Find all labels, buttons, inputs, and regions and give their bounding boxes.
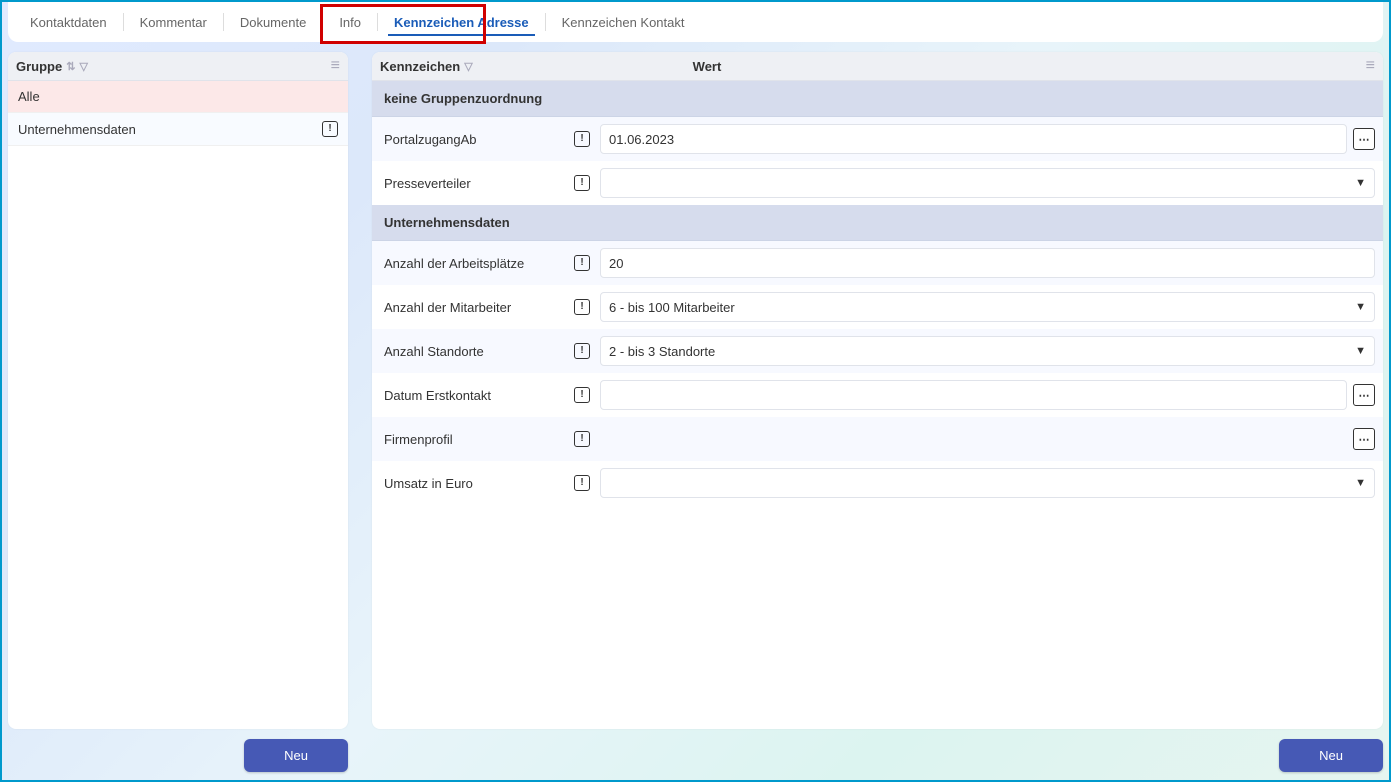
group-item-label: Unternehmensdaten [18, 122, 136, 137]
tab-kennzeichen-kontakt[interactable]: Kennzeichen Kontakt [548, 5, 699, 40]
info-icon[interactable]: ! [574, 431, 590, 447]
info-icon[interactable]: ! [322, 121, 338, 137]
value-text: 2 - bis 3 Standorte [609, 344, 715, 359]
attribute-label: Datum Erstkontakt [384, 388, 574, 403]
info-icon[interactable]: ! [574, 255, 590, 271]
dropdown[interactable]: ▼ [600, 468, 1375, 498]
tab-info[interactable]: Info [325, 5, 375, 40]
attribute-row: Anzahl der Arbeitsplätze! 20 [372, 241, 1383, 285]
attribute-label: PortalzugangAb [384, 132, 574, 147]
chevron-down-icon: ▼ [1355, 477, 1366, 489]
section-header: keine Gruppenzuordnung [372, 81, 1383, 117]
attributes-panel: Kennzeichen ▽ Wert ≡ keine Gruppenzuordn… [372, 52, 1383, 729]
menu-icon[interactable]: ≡ [331, 58, 340, 74]
value-wrap: ▼ [600, 168, 1375, 198]
chevron-down-icon: ▼ [1355, 177, 1366, 189]
left-column: Gruppe ⇅ ▽ ≡ Alle Unternehmensdaten! Neu [8, 52, 348, 774]
value-wrap: 20 [600, 248, 1375, 278]
group-item[interactable]: Unternehmensdaten! [8, 113, 348, 146]
menu-icon[interactable]: ≡ [1366, 58, 1375, 74]
picker-button[interactable]: ⋯ [1353, 128, 1375, 150]
attribute-row: Anzahl der Mitarbeiter! 6 - bis 100 Mitar… [372, 285, 1383, 329]
attr-col2-label: Wert [693, 59, 722, 74]
right-column: Kennzeichen ▽ Wert ≡ keine Gruppenzuordn… [372, 52, 1383, 774]
right-footer: Neu [372, 729, 1383, 774]
group-item-label: Alle [18, 89, 40, 104]
attribute-row: Anzahl Standorte! 2 - bis 3 Standorte ▼ [372, 329, 1383, 373]
sort-icon[interactable]: ⇅ [66, 60, 75, 73]
tab-kennzeichen-adresse[interactable]: Kennzeichen Adresse [380, 5, 543, 40]
text-input[interactable] [600, 380, 1347, 410]
info-icon[interactable]: ! [574, 475, 590, 491]
new-group-button[interactable]: Neu [244, 739, 348, 772]
info-icon[interactable]: ! [574, 343, 590, 359]
value-wrap: ▼ [600, 468, 1375, 498]
value-wrap: 6 - bis 100 Mitarbeiter ▼ [600, 292, 1375, 322]
tab-dokumente[interactable]: Dokumente [226, 5, 320, 40]
dropdown[interactable]: 6 - bis 100 Mitarbeiter ▼ [600, 292, 1375, 322]
attribute-row: Firmenprofil! ⋯ [372, 417, 1383, 461]
section-header: Unternehmensdaten [372, 205, 1383, 241]
filter-icon[interactable]: ▽ [464, 60, 472, 73]
picker-button[interactable]: ⋯ [1353, 384, 1375, 406]
attributes-body: keine Gruppenzuordnung PortalzugangAb! 01.… [372, 81, 1383, 729]
left-footer: Neu [8, 729, 348, 774]
tab-kommentar[interactable]: Kommentar [126, 5, 221, 40]
info-icon[interactable]: ! [574, 299, 590, 315]
new-attribute-button[interactable]: Neu [1279, 739, 1383, 772]
text-input[interactable]: 20 [600, 248, 1375, 278]
attribute-label: Firmenprofil [384, 432, 574, 447]
tab-separator [123, 13, 124, 31]
value-text: 6 - bis 100 Mitarbeiter [609, 300, 735, 315]
info-icon[interactable]: ! [574, 175, 590, 191]
value-wrap: ⋯ [600, 428, 1375, 450]
attr-col1-label: Kennzeichen [380, 59, 460, 74]
dropdown[interactable]: 2 - bis 3 Standorte ▼ [600, 336, 1375, 366]
tab-bar: KontaktdatenKommentarDokumenteInfoKennze… [8, 2, 1383, 42]
dropdown[interactable]: ▼ [600, 168, 1375, 198]
workspace: Gruppe ⇅ ▽ ≡ AlleUnternehmensdaten! Neu … [2, 52, 1389, 780]
attribute-row: Presseverteiler! ▼ [372, 161, 1383, 205]
attribute-label: Anzahl der Arbeitsplätze [384, 256, 574, 271]
tab-separator [322, 13, 323, 31]
info-icon[interactable]: ! [574, 131, 590, 147]
filter-icon[interactable]: ▽ [79, 60, 87, 73]
group-header-label: Gruppe [16, 59, 62, 74]
value-text: 01.06.2023 [609, 132, 674, 147]
attribute-row: Datum Erstkontakt! ⋯ [372, 373, 1383, 417]
value-wrap: ⋯ [600, 380, 1375, 410]
picker-button[interactable]: ⋯ [1353, 428, 1375, 450]
attributes-panel-header: Kennzeichen ▽ Wert ≡ [372, 52, 1383, 81]
attribute-row: Umsatz in Euro! ▼ [372, 461, 1383, 505]
attribute-label: Umsatz in Euro [384, 476, 574, 491]
tab-separator [223, 13, 224, 31]
attribute-label: Anzahl der Mitarbeiter [384, 300, 574, 315]
tab-separator [545, 13, 546, 31]
tab-kontaktdaten[interactable]: Kontaktdaten [16, 5, 121, 40]
attribute-row: PortalzugangAb! 01.06.2023 ⋯ [372, 117, 1383, 161]
text-input[interactable]: 01.06.2023 [600, 124, 1347, 154]
info-icon[interactable]: ! [574, 387, 590, 403]
attribute-label: Anzahl Standorte [384, 344, 574, 359]
group-item[interactable]: Alle [8, 81, 348, 113]
group-list: Alle Unternehmensdaten! [8, 81, 348, 729]
value-wrap: 2 - bis 3 Standorte ▼ [600, 336, 1375, 366]
value-text: 20 [609, 256, 623, 271]
chevron-down-icon: ▼ [1355, 301, 1366, 313]
value-wrap: 01.06.2023 ⋯ [600, 124, 1375, 154]
group-panel: Gruppe ⇅ ▽ ≡ Alle Unternehmensdaten! [8, 52, 348, 729]
attribute-label: Presseverteiler [384, 176, 574, 191]
group-panel-header: Gruppe ⇅ ▽ ≡ [8, 52, 348, 81]
tab-separator [377, 13, 378, 31]
chevron-down-icon: ▼ [1355, 345, 1366, 357]
